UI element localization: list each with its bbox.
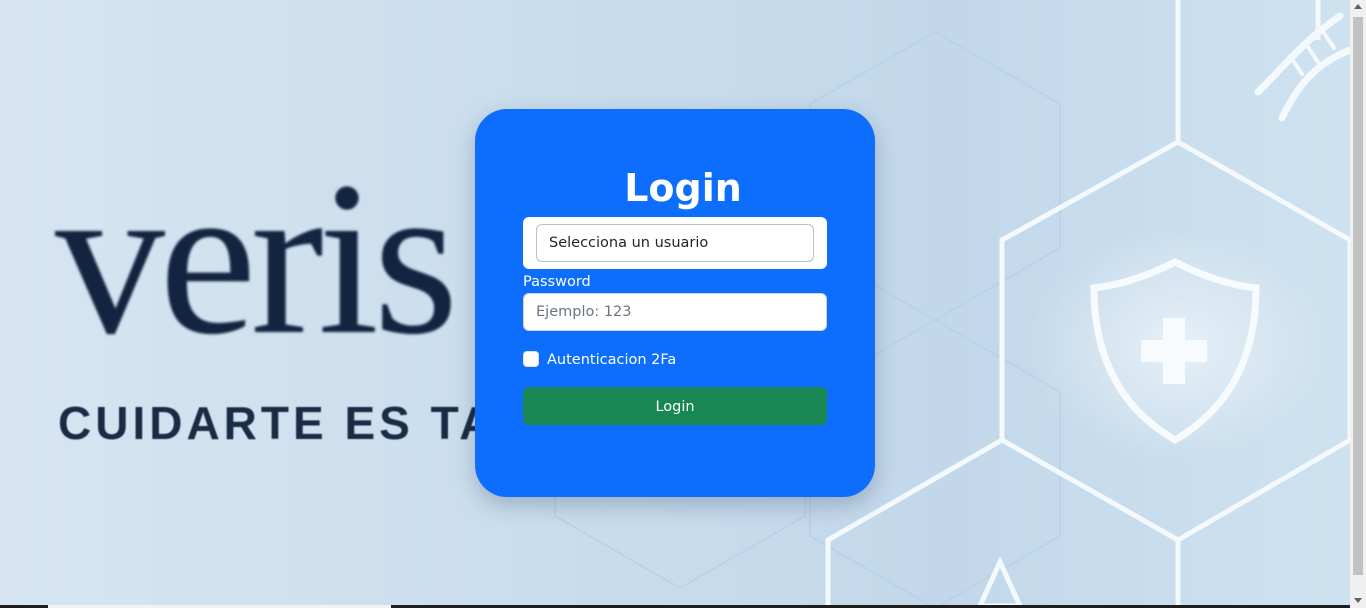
dna-icon [1254,12,1350,122]
vertical-scrollbar[interactable] [1350,0,1366,608]
user-select[interactable]: Selecciona un usuario [536,224,814,262]
scroll-down-arrow-icon[interactable] [1354,598,1362,603]
password-label: Password [523,274,591,290]
scroll-up-arrow-icon[interactable] [1354,4,1362,9]
password-input[interactable] [523,293,827,331]
user-select-container: Selecciona un usuario [523,217,827,269]
login-title: Login [624,166,742,210]
brand-tagline: CUIDARTE ES TA [58,397,497,449]
scrollbar-thumb[interactable] [1353,17,1363,575]
twofa-checkbox[interactable] [523,351,539,367]
login-page: veris CUIDARTE ES TA Login Selecciona un… [0,0,1366,608]
twofa-label[interactable]: Autenticacion 2Fa [547,350,676,370]
login-button[interactable]: Login [523,387,827,425]
